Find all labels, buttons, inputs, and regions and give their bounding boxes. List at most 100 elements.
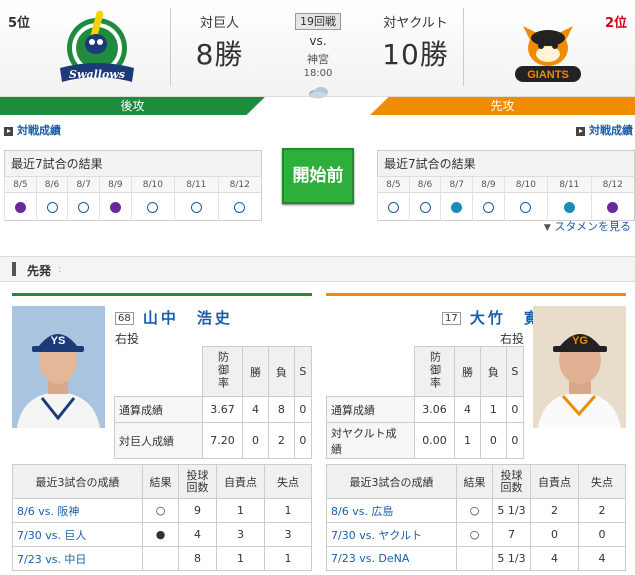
right-team-stats-link[interactable]: 対戦成績	[576, 122, 633, 138]
left-recent-results: 最近7試合の結果 8/5 8/6 8/7 8/9 8/10 8/11 8/12	[4, 150, 262, 221]
start-status-button[interactable]: 開始前	[282, 148, 354, 204]
stadium-name: 神宮	[307, 53, 329, 66]
stat-value: 8	[267, 396, 295, 423]
result-circle-icon	[520, 202, 532, 213]
giants-logo[interactable]: GIANTS	[503, 6, 593, 96]
recent-date: 8/12	[590, 176, 635, 193]
recent-date: 8/6	[35, 176, 68, 193]
result-cell	[142, 546, 179, 571]
stat-value: 7.20	[202, 422, 243, 459]
r-cell: 1	[264, 498, 312, 523]
right-recent-results: 最近7試合の結果 8/5 8/6 8/7 8/9 8/10 8/11 8/12	[377, 150, 635, 221]
er-cell: 1	[216, 546, 265, 571]
er-cell: 1	[216, 498, 265, 523]
recent-date: 8/11	[547, 176, 591, 193]
left-pitcher-name[interactable]: 山中 浩史	[143, 309, 233, 327]
result-circle-icon	[46, 202, 58, 213]
right-pitcher-throws: 右投	[500, 332, 525, 346]
game-link[interactable]: 7/23 vs. DeNA	[326, 546, 457, 571]
lineup-link[interactable]: ▼ スタメンを見る	[544, 218, 631, 234]
swallows-logo[interactable]: Swallows	[52, 6, 142, 96]
ip-cell: 5 1/3	[492, 546, 531, 571]
stat-s: S	[505, 346, 525, 397]
stat-era: 防御率	[414, 346, 455, 397]
stat-value: 3.67	[202, 396, 243, 423]
right-recent-title: 最近7試合の結果	[377, 150, 635, 177]
left-team-rank: 5位	[8, 16, 31, 31]
recent-result-cell	[217, 192, 262, 221]
table-row: 7/30 vs. ヤクルト ○ 7 0 0	[326, 522, 626, 547]
result-circle-icon	[482, 202, 494, 213]
right-team-stats-text: 対戦成績	[589, 124, 633, 137]
game-link[interactable]: 7/30 vs. ヤクルト	[326, 522, 457, 547]
game-link[interactable]: 8/6 vs. 広島	[326, 498, 457, 523]
header-divider-right	[463, 8, 464, 86]
r-cell: 0	[578, 522, 626, 547]
svg-text:Swallows: Swallows	[69, 68, 125, 81]
stat-value: 4	[242, 396, 269, 423]
recent-result-cell	[4, 192, 37, 221]
stat-value: 2	[267, 422, 295, 459]
recent-date: 8/11	[174, 176, 218, 193]
stat-value: 1	[454, 422, 481, 459]
ip-cell: 8	[178, 546, 217, 571]
play-arrow-icon	[576, 126, 585, 136]
left-batting-bar: 後攻	[0, 97, 265, 115]
col-header: 最近3試合の成績	[326, 464, 457, 499]
result-circle-icon	[419, 202, 431, 213]
result-circle-icon	[190, 202, 202, 213]
result-circle-icon	[147, 202, 159, 213]
left-team-stats-link[interactable]: 対戦成績	[4, 122, 61, 138]
result-cell: ●	[142, 522, 179, 547]
right-pitcher-name[interactable]: 大竹 寛	[470, 309, 542, 327]
game-link[interactable]: 7/23 vs. 中日	[12, 546, 143, 571]
game-link[interactable]: 7/30 vs. 巨人	[12, 522, 143, 547]
recent-result-cell	[503, 192, 548, 221]
result-circle-icon	[78, 202, 90, 213]
recent-result-cell	[377, 192, 410, 221]
game-number-badge: 19回戦	[295, 13, 341, 30]
col-header: 最近3試合の成績	[12, 464, 143, 499]
col-header: 結果	[456, 464, 493, 499]
left-wins: 8勝	[195, 38, 244, 71]
table-row: 8/6 vs. 阪神 ○ 9 1 1	[12, 498, 312, 523]
right-team-rank: 2位	[604, 16, 627, 31]
er-cell: 3	[216, 522, 265, 547]
cloud-icon	[307, 84, 329, 103]
result-cell: ○	[456, 498, 493, 523]
r-cell: 3	[264, 522, 312, 547]
recent-result-cell	[99, 192, 132, 221]
recent-date: 8/5	[4, 176, 37, 193]
right-recent-games: 最近3試合の成績 結果 投球回数 自責点 失点 8/6 vs. 広島 ○ 5 1…	[326, 464, 626, 571]
left-vs-label: 対巨人	[199, 16, 239, 31]
ip-cell: 4	[178, 522, 217, 547]
stat-value: 1	[479, 396, 507, 423]
right-pitcher-number: 17	[442, 312, 461, 325]
play-arrow-icon	[4, 126, 13, 136]
col-header: 失点	[578, 464, 626, 499]
right-vs-label: 対ヤクルト	[383, 16, 448, 31]
result-cell: ○	[456, 522, 493, 547]
stat-era: 防御率	[202, 346, 243, 397]
r-cell: 2	[578, 498, 626, 523]
table-row: 7/30 vs. 巨人 ● 4 3 3	[12, 522, 312, 547]
recent-date: 8/9	[99, 176, 132, 193]
stat-w: 勝	[242, 346, 269, 397]
lineup-link-text: スタメンを見る	[554, 220, 631, 233]
game-link[interactable]: 8/6 vs. 阪神	[12, 498, 143, 523]
recent-result-cell	[408, 192, 441, 221]
result-circle-icon	[451, 202, 463, 213]
recent-date: 8/12	[217, 176, 262, 193]
col-header: 失点	[264, 464, 312, 499]
recent-result-cell	[130, 192, 175, 221]
stat-row-label: 通算成績	[114, 396, 203, 423]
section-marker	[12, 262, 16, 276]
er-cell: 2	[530, 498, 579, 523]
ip-cell: 7	[492, 522, 531, 547]
recent-result-cell	[440, 192, 473, 221]
recent-result-cell	[472, 192, 505, 221]
right-team-line	[326, 293, 626, 296]
col-header: 投球回数	[178, 464, 217, 499]
col-header: 結果	[142, 464, 179, 499]
left-pitcher-photo: YS	[12, 306, 105, 428]
